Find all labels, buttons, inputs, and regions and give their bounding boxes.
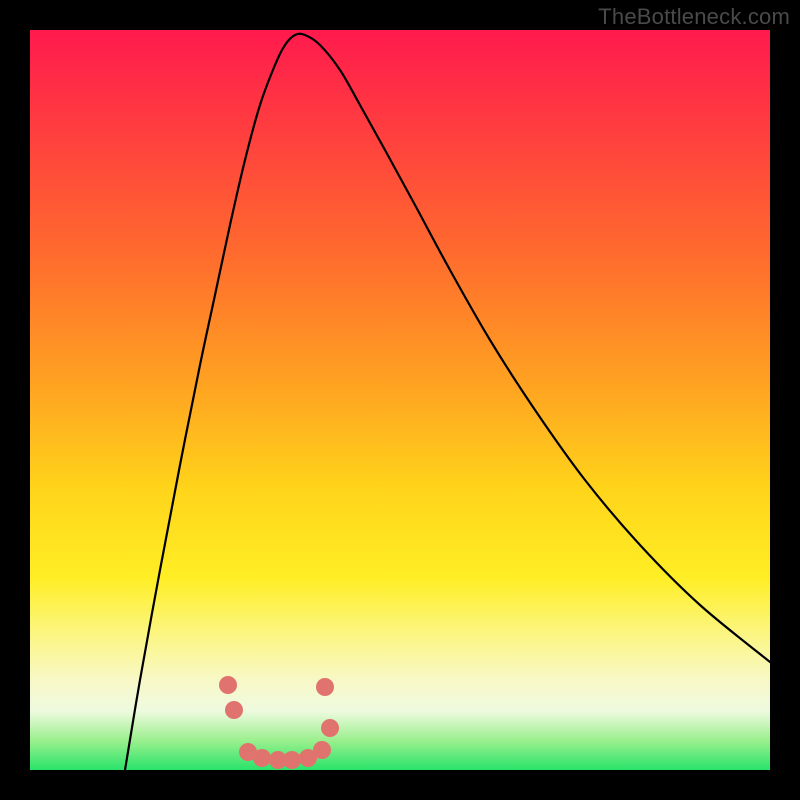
curve-layer [30, 30, 770, 770]
bottleneck-curve [125, 34, 770, 770]
valley-marker [253, 749, 271, 767]
valley-marker [225, 701, 243, 719]
valley-marker [313, 741, 331, 759]
valley-marker [321, 719, 339, 737]
valley-marker [316, 678, 334, 696]
plot-area [30, 30, 770, 770]
chart-frame: TheBottleneck.com [0, 0, 800, 800]
watermark-text: TheBottleneck.com [598, 4, 790, 30]
valley-marker-group [219, 676, 339, 769]
valley-marker [219, 676, 237, 694]
valley-marker [283, 751, 301, 769]
